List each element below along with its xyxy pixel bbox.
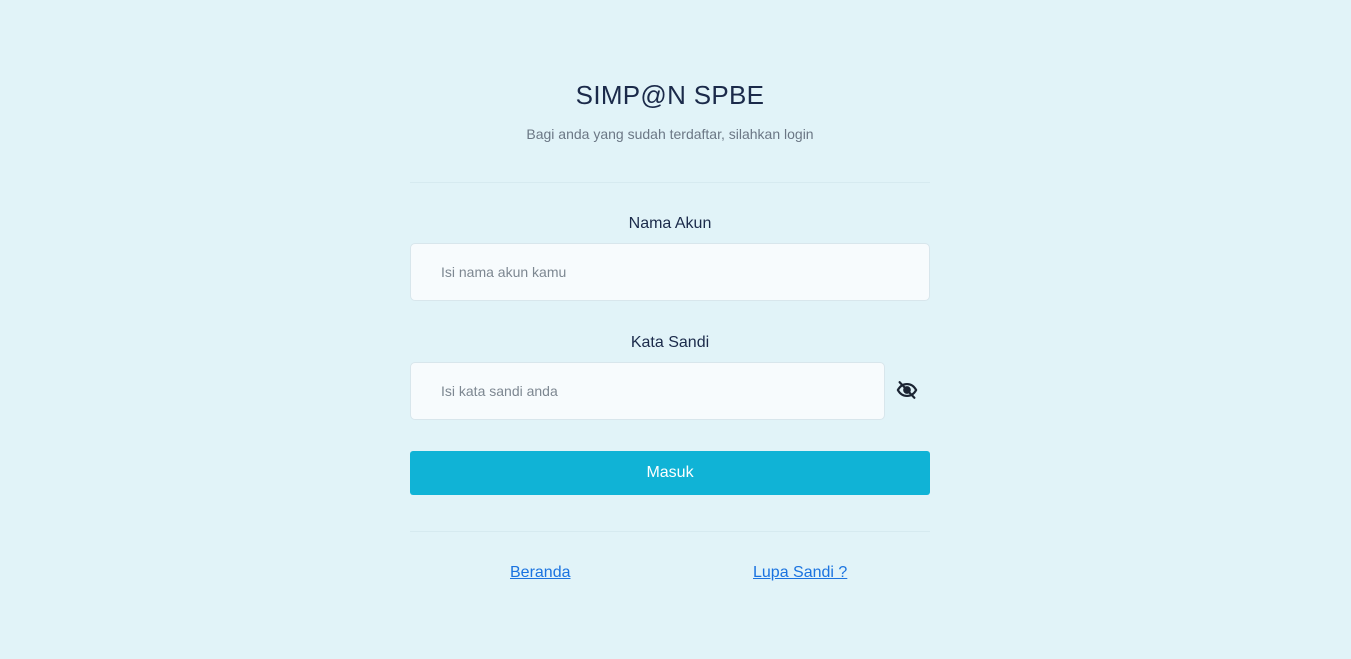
page-subtitle: Bagi anda yang sudah terdaftar, silahkan… xyxy=(526,126,814,142)
login-page: SIMP@N SPBE Bagi anda yang sudah terdaft… xyxy=(0,0,1351,659)
username-label: Nama Akun xyxy=(628,215,712,232)
divider-top xyxy=(410,182,930,183)
password-label: Kata Sandi xyxy=(630,334,710,351)
divider-bottom xyxy=(410,531,930,532)
login-button[interactable]: Masuk xyxy=(410,451,930,495)
home-link[interactable]: Beranda xyxy=(510,564,571,582)
username-input[interactable] xyxy=(410,243,930,301)
forgot-password-link[interactable]: Lupa Sandi ? xyxy=(753,564,847,582)
eye-slash-icon[interactable] xyxy=(896,379,918,401)
password-input[interactable] xyxy=(410,362,885,420)
page-title: SIMP@N SPBE xyxy=(575,80,765,110)
